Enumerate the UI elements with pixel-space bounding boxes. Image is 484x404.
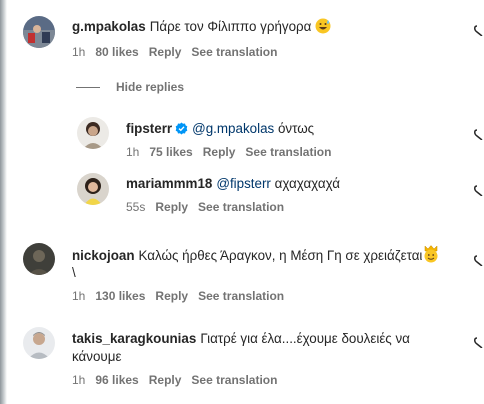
reply-meta: 1h 75 likes Reply See translation (126, 145, 341, 159)
avatar[interactable] (23, 327, 55, 359)
heart-icon[interactable] (474, 254, 484, 266)
reply-text: αχαχαχαχά (274, 176, 341, 191)
left-edge-shadow (0, 0, 7, 404)
avatar[interactable] (23, 243, 55, 275)
reply-button[interactable]: Reply (155, 200, 188, 214)
comment-meta: 1h 96 likes Reply See translation (72, 373, 287, 387)
heart-icon[interactable] (474, 184, 484, 196)
reply-username[interactable]: mariammm18 (126, 176, 212, 191)
reply-text-line: mariammm18 @fipsterr αχαχαχαχά (126, 174, 340, 193)
crown-face-emoji-icon (422, 245, 440, 268)
reply-button[interactable]: Reply (203, 145, 236, 159)
reply-username[interactable]: fipsterr (126, 121, 172, 136)
likes-count[interactable]: 75 likes (149, 145, 192, 159)
comment-time: 1h (72, 373, 86, 387)
heart-icon[interactable] (474, 336, 484, 348)
comment-meta: 1h 130 likes Reply See translation (72, 289, 294, 303)
comment-text-line: takis_karagkounias Γιατρέ για έλα....έχου… (72, 329, 410, 348)
comment-time: 1h (72, 45, 86, 59)
hide-replies-button[interactable]: Hide replies (76, 80, 184, 94)
heart-icon[interactable] (474, 24, 484, 36)
reply-mention[interactable]: @fipsterr (216, 176, 271, 191)
divider-line (76, 87, 100, 89)
verified-badge-icon (175, 121, 188, 140)
reply-time: 55s (126, 200, 146, 214)
comment-username[interactable]: nickojoan (72, 248, 135, 263)
comment-username[interactable]: takis_karagkounias (72, 331, 196, 346)
see-translation-link[interactable]: See translation (191, 45, 277, 59)
heart-icon[interactable] (474, 128, 484, 140)
comment-text-line-2: \ (72, 265, 76, 280)
reply-button[interactable]: Reply (149, 373, 182, 387)
comment-meta: 1h 80 likes Reply See translation (72, 45, 287, 59)
reply-button[interactable]: Reply (155, 289, 188, 303)
comment-text-line-2: κάνουμε (72, 349, 122, 364)
avatar[interactable] (77, 173, 109, 205)
see-translation-link[interactable]: See translation (191, 373, 277, 387)
reply-meta: 55s Reply See translation (126, 200, 294, 214)
reply-button[interactable]: Reply (149, 45, 182, 59)
comment-text: Γιατρέ για έλα....έχουμε δουλειές να (200, 331, 410, 346)
see-translation-link[interactable]: See translation (198, 289, 284, 303)
comment-text-line: nickojoan Καλώς ήρθες Άραγκον, η Μέση Γη … (72, 245, 440, 268)
comment-text: Πάρε τον Φίλιππο γρήγορα (149, 19, 312, 34)
comment-text-line: g.mpakolas Πάρε τον Φίλιππο γρήγορα (72, 17, 331, 39)
comment-text: Καλώς ήρθες Άραγκον, η Μέση Γη σε χρειάζ… (138, 248, 423, 263)
grinning-sweat-emoji-icon (315, 18, 331, 39)
avatar[interactable] (23, 16, 55, 48)
hide-replies-label: Hide replies (116, 80, 185, 94)
comment-time: 1h (72, 289, 86, 303)
see-translation-link[interactable]: See translation (198, 200, 284, 214)
reply-time: 1h (126, 145, 140, 159)
reply-text: όντως (277, 121, 315, 136)
likes-count[interactable]: 96 likes (95, 373, 138, 387)
likes-count[interactable]: 80 likes (95, 45, 138, 59)
avatar[interactable] (77, 117, 109, 149)
comment-username[interactable]: g.mpakolas (72, 19, 146, 34)
reply-text-line: fipsterr @g.mpakolas όντως (126, 119, 314, 140)
reply-mention[interactable]: @g.mpakolas (192, 121, 274, 136)
see-translation-link[interactable]: See translation (245, 145, 331, 159)
likes-count[interactable]: 130 likes (95, 289, 145, 303)
